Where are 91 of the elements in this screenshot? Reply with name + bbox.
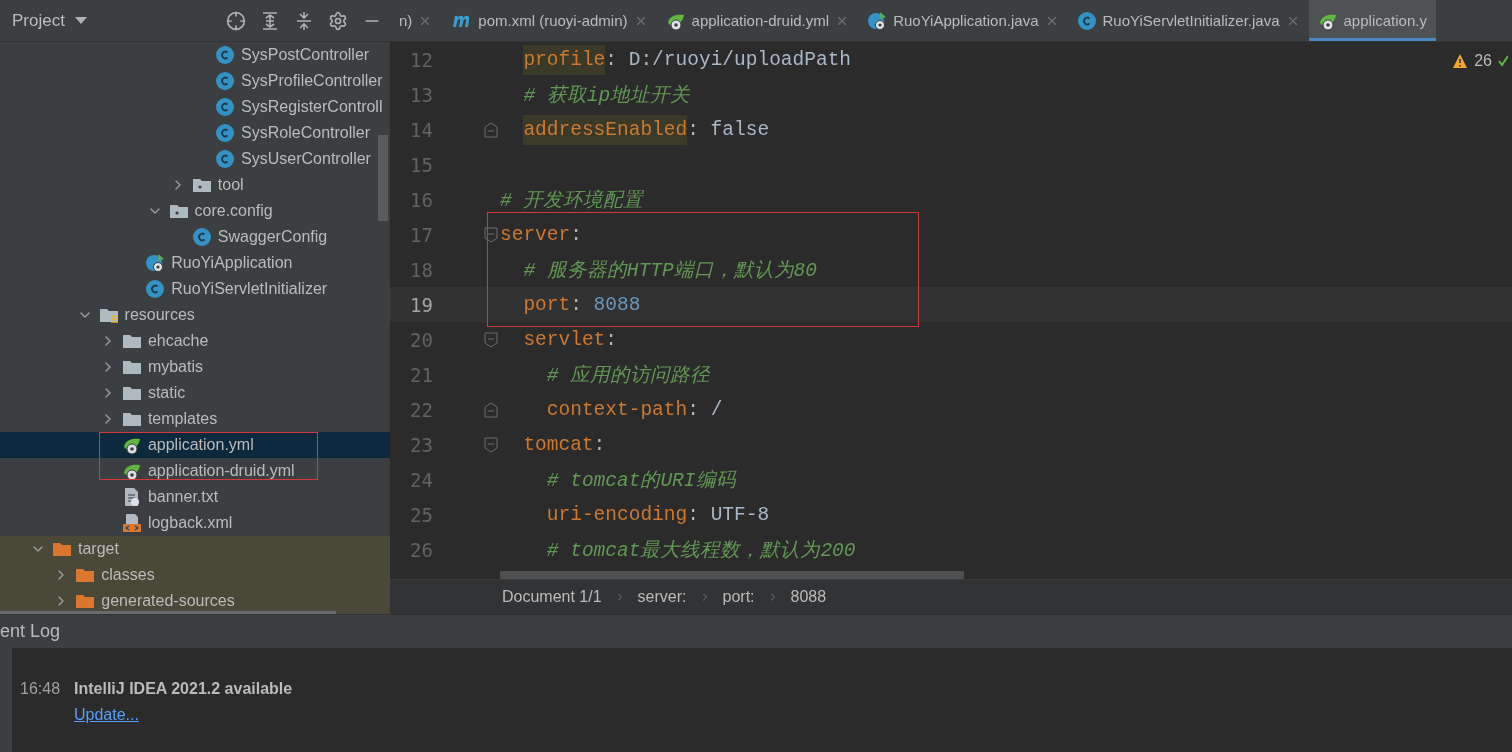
class-icon [867, 10, 888, 31]
class-icon [215, 71, 236, 91]
editor-tab[interactable]: application.y [1308, 0, 1436, 41]
line-number: 22 [409, 398, 433, 421]
editor-tab[interactable]: pom.xml (ruoyi-admin) [441, 0, 657, 41]
project-view-dropdown[interactable]: Project [0, 10, 87, 31]
line-number: 15 [409, 153, 433, 176]
line-number: 16 [409, 188, 433, 211]
scrollbar[interactable] [0, 611, 336, 614]
settings-icon[interactable] [328, 10, 348, 31]
fold-marker-icon[interactable] [484, 226, 498, 243]
scrollbar[interactable] [500, 571, 964, 579]
tree-item[interactable]: static [0, 380, 390, 406]
tree-item[interactable]: target [0, 536, 390, 562]
breadcrumb[interactable]: 8088 [790, 588, 827, 606]
line-number: 12 [409, 48, 433, 71]
tree-item[interactable]: banner.txt [0, 484, 390, 510]
caret-icon [74, 16, 87, 25]
code-line: servlet: [522, 328, 617, 351]
tree-item[interactable]: tool [0, 172, 390, 198]
tree-item[interactable]: mybatis [0, 354, 390, 380]
breadcrumb[interactable]: Document 1/1 [502, 588, 602, 606]
code-line: # tomcat最大线程数，默认为200 [545, 539, 856, 563]
editor-tab[interactable]: RuoYiServletInitializer.java [1067, 0, 1309, 41]
fold-end-marker-icon[interactable] [484, 401, 498, 418]
log-time: 16:48 [20, 680, 62, 698]
breadcrumb[interactable]: server: [637, 588, 687, 606]
editor-tab[interactable]: RuoYiApplication.java [858, 0, 1068, 41]
tree-item[interactable]: resources [0, 302, 390, 328]
line-number: 26 [409, 538, 433, 561]
line-number: 14 [409, 118, 433, 141]
line-number: 24 [409, 468, 433, 491]
code-line: # 获取ip地址开关 [522, 84, 691, 108]
code-line: port: 8088 [522, 293, 641, 316]
class-icon [215, 123, 236, 143]
tree-item[interactable]: ehcache [0, 328, 390, 354]
locate-icon[interactable] [226, 10, 246, 31]
code-line: # 开发环境配置 [500, 188, 644, 213]
fold-end-marker-icon[interactable] [484, 121, 498, 138]
warning-icon[interactable] [1452, 53, 1469, 69]
tree-item[interactable]: logback.xml [0, 510, 390, 536]
tree-item[interactable]: SysRegisterControll [0, 94, 390, 120]
log-message: IntelliJ IDEA 2021.2 available [74, 680, 293, 698]
tree-item[interactable]: SysPostController [0, 42, 390, 68]
breadcrumb[interactable]: port: [722, 588, 755, 606]
line-number: 17 [409, 223, 433, 246]
class-icon [145, 279, 166, 299]
line-number: 20 [409, 328, 433, 351]
code-line: server: [500, 223, 582, 246]
fold-marker-icon[interactable] [484, 331, 498, 348]
code-line: context-path: / [545, 398, 723, 421]
update-link[interactable]: Update... [74, 706, 293, 724]
line-number: 13 [409, 83, 433, 106]
class-icon [191, 227, 212, 247]
xml-file-icon [121, 513, 142, 533]
line-number: 21 [409, 363, 433, 386]
tree-item[interactable]: application.yml [0, 432, 390, 458]
tree-item[interactable]: SysProfileController [0, 68, 390, 94]
warning-count[interactable]: 26 [1474, 52, 1492, 70]
fold-marker-icon[interactable] [484, 436, 498, 453]
line-number: 19 [409, 293, 433, 316]
class-icon [215, 149, 236, 169]
tree-item[interactable]: classes [0, 562, 390, 588]
code-line: # 服务器的HTTP端口，默认为80 [522, 259, 817, 283]
class-icon [1076, 10, 1097, 31]
code-line: # 应用的访问路径 [545, 363, 711, 388]
class-icon [215, 97, 236, 117]
check-icon [1498, 54, 1508, 68]
tree-item[interactable]: application-druid.yml [0, 458, 390, 484]
tree-item[interactable]: RuoYiApplication [0, 250, 390, 276]
tree-item[interactable]: SysRoleController [0, 120, 390, 146]
editor-tab[interactable]: n) [390, 0, 442, 41]
tree-item[interactable]: RuoYiServletInitializer [0, 276, 390, 302]
collapse-all-icon[interactable] [294, 10, 314, 31]
code-line: uri-encoding: UTF-8 [545, 503, 770, 526]
tree-item[interactable]: generated-sources [0, 588, 390, 614]
tree-item[interactable]: core.config [0, 198, 390, 224]
scrollbar[interactable] [378, 135, 388, 221]
expand-all-icon[interactable] [260, 10, 280, 31]
code-line: # tomcat的URI编码 [545, 469, 736, 493]
line-number: 23 [409, 433, 433, 456]
line-number: 25 [409, 503, 433, 526]
class-icon [145, 253, 166, 273]
panel-title: ent Log [0, 621, 61, 642]
class-icon [215, 45, 236, 65]
tree-item[interactable]: SwaggerConfig [0, 224, 390, 250]
code-line: tomcat: [522, 433, 606, 456]
tree-item[interactable]: SysUserController [0, 146, 390, 172]
line-number: 18 [409, 258, 433, 281]
tree-item[interactable]: templates [0, 406, 390, 432]
editor-tab[interactable]: application-druid.yml [656, 0, 859, 41]
